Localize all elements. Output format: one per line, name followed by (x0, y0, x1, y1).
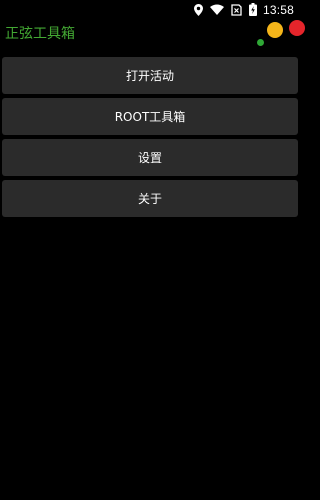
decoration-dot-red (289, 20, 305, 36)
root-toolbox-button[interactable]: ROOT工具箱 (2, 98, 298, 135)
screen: 13:58 正弦工具箱 打开活动 ROOT工具箱 设置 关于 (0, 0, 305, 500)
app-title: 正弦工具箱 (5, 26, 75, 42)
battery-charging-icon (248, 3, 257, 17)
main-menu: 打开活动 ROOT工具箱 设置 关于 (0, 57, 300, 221)
status-bar: 13:58 (0, 0, 300, 19)
settings-button[interactable]: 设置 (2, 139, 298, 176)
decoration-dot-yellow (267, 22, 283, 38)
decoration-dot-green (257, 39, 264, 46)
wifi-icon (209, 3, 224, 17)
location-icon (193, 3, 203, 17)
settings-label: 设置 (137, 151, 162, 165)
about-label: 关于 (137, 192, 162, 206)
about-button[interactable]: 关于 (2, 180, 298, 217)
open-activity-button[interactable]: 打开活动 (2, 57, 298, 94)
no-sim-icon (231, 3, 242, 17)
status-time: 13:58 (262, 2, 294, 17)
open-activity-label: 打开活动 (125, 69, 174, 83)
app-header: 正弦工具箱 (0, 19, 305, 55)
root-toolbox-label: ROOT工具箱 (114, 110, 186, 124)
